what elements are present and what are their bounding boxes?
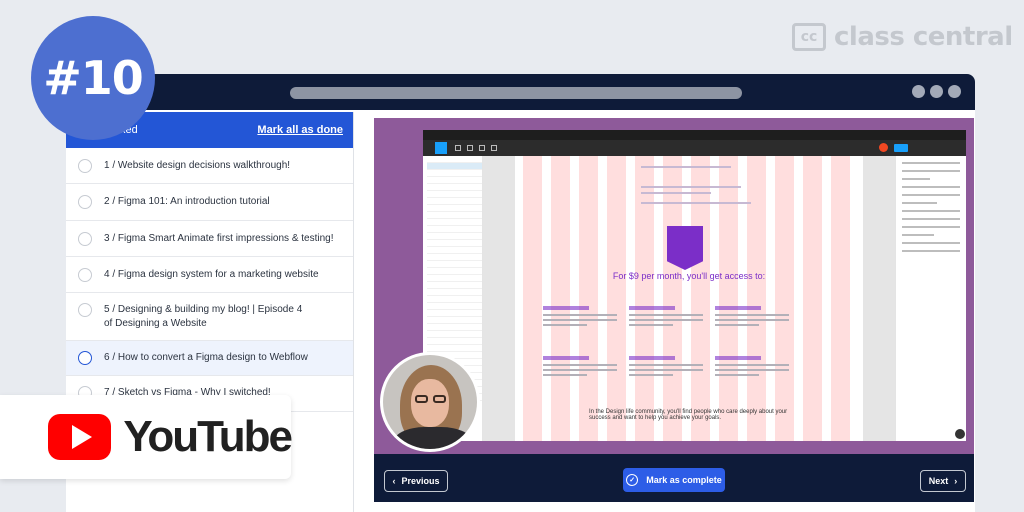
chevron-right-icon: › <box>954 476 958 486</box>
window-dot-icon[interactable] <box>930 85 943 98</box>
lesson-label: 2 / Figma 101: An introduction tutorial <box>104 196 270 207</box>
mark-all-done-link[interactable]: Mark all as done <box>257 124 343 136</box>
address-bar[interactable] <box>290 87 742 99</box>
lesson-label: 3 / Figma Smart Animate first impression… <box>104 233 334 244</box>
class-central-wordmark: class central <box>834 22 1013 52</box>
chevron-left-icon: ‹ <box>392 476 396 486</box>
browser-toolbar <box>66 74 975 110</box>
lesson-item-3[interactable]: 3 / Figma Smart Animate first impression… <box>66 221 353 257</box>
lesson-item-5[interactable]: 5 / Designing & building my blog! | Epis… <box>66 293 353 341</box>
mark-as-complete-button[interactable]: ✓ Mark as complete <box>623 468 725 492</box>
mark-as-complete-label: Mark as complete <box>646 475 722 485</box>
pen-tool-icon <box>479 145 485 151</box>
previous-button[interactable]: ‹ Previous <box>384 470 448 492</box>
move-tool-icon <box>435 142 447 154</box>
figma-canvas: For $9 per month, you'll get access to: <box>483 156 895 441</box>
previous-button-label: Previous <box>401 476 440 486</box>
rank-badge: #10 <box>31 16 155 140</box>
lesson-status-icon <box>78 268 92 282</box>
video-controls: ‹ Previous ✓ Mark as complete Next › <box>374 454 974 502</box>
lesson-status-icon <box>78 351 92 365</box>
class-central-brand: cc class central <box>792 22 1013 52</box>
membership-badge-icon <box>667 226 703 270</box>
lesson-item-1[interactable]: 1 / Website design decisions walkthrough… <box>66 148 353 184</box>
figma-properties-panel <box>895 156 966 441</box>
lesson-label: 6 / How to convert a Figma design to Web… <box>104 352 308 363</box>
youtube-wordmark: YouTube <box>123 412 293 461</box>
figma-screen: For $9 per month, you'll get access to: <box>423 130 966 441</box>
lesson-item-6[interactable]: 6 / How to convert a Figma design to Web… <box>66 341 353 376</box>
lesson-status-icon <box>78 159 92 173</box>
class-central-logo-icon: cc <box>792 23 826 51</box>
figma-help-icon <box>955 429 965 439</box>
youtube-play-icon <box>48 414 112 460</box>
lesson-status-icon <box>78 303 92 317</box>
window-controls <box>912 85 961 98</box>
window-dot-icon[interactable] <box>948 85 961 98</box>
next-button[interactable]: Next › <box>920 470 966 492</box>
artboard-title: For $9 per month, you'll get access to: <box>612 271 766 281</box>
figma-toolbar <box>423 140 966 156</box>
presenter-avatar <box>380 352 480 452</box>
lesson-label: 4 / Figma design system for a marketing … <box>104 269 319 280</box>
figma-artboard: For $9 per month, you'll get access to: <box>515 156 863 441</box>
window-dot-icon[interactable] <box>912 85 925 98</box>
lesson-status-icon <box>78 195 92 209</box>
lesson-label: 5 / Designing & building my blog! | Epis… <box>104 304 303 329</box>
check-circle-icon: ✓ <box>626 474 639 486</box>
lesson-status-icon <box>78 232 92 246</box>
youtube-card: YouTube <box>0 395 293 479</box>
figma-tab-bar <box>423 130 966 140</box>
record-icon <box>879 143 888 152</box>
figma-share-icon <box>894 144 908 152</box>
artboard-heading: In the Design life community, you'll fin… <box>589 409 788 421</box>
lesson-item-4[interactable]: 4 / Figma design system for a marketing … <box>66 257 353 293</box>
text-tool-icon <box>491 145 497 151</box>
frame-tool-icon <box>455 145 461 151</box>
lesson-label: 1 / Website design decisions walkthrough… <box>104 160 291 171</box>
shape-tool-icon <box>467 145 473 151</box>
lesson-item-2[interactable]: 2 / Figma 101: An introduction tutorial <box>66 184 353 221</box>
next-button-label: Next <box>928 476 949 486</box>
